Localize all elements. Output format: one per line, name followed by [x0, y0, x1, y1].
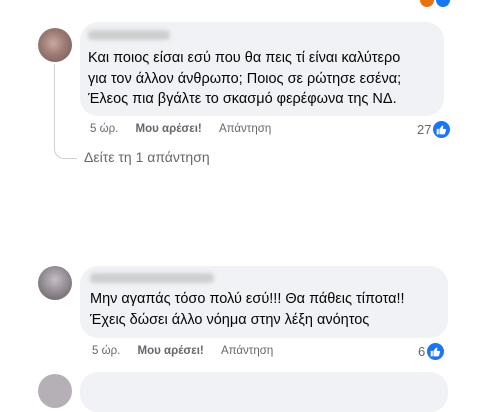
- next-comment-bubble: [80, 372, 448, 412]
- avatar[interactable]: [38, 266, 72, 300]
- comment-bubble: Μην αγαπάς τόσο πολύ εσύ!!! Θα πάθεις τί…: [80, 266, 448, 338]
- comment-bubble: Και ποιος είσαι εσύ που θα πεις τί είναι…: [80, 22, 444, 116]
- comment-line: Μην αγαπάς τόσο πολύ εσύ!!! Θα πάθεις τί…: [90, 291, 405, 307]
- comment-meta: 5 ώρ. Μου αρέσει! Απάντηση: [92, 345, 273, 357]
- like-button[interactable]: Μου αρέσει!: [138, 345, 204, 357]
- timestamp[interactable]: 5 ώρ.: [90, 123, 118, 135]
- comment-line: Έλεος πια βγάλτε το σκασμό φερέφωνα της …: [88, 91, 397, 107]
- avatar[interactable]: [38, 28, 72, 62]
- angry-reaction-icon: [420, 0, 434, 7]
- reply-button[interactable]: Απάντηση: [221, 345, 273, 357]
- comment-line: Και ποιος είσαι εσύ που θα πεις τί είναι…: [88, 50, 401, 66]
- thread-connector: [54, 64, 77, 159]
- comment-text: Μην αγαπάς τόσο πολύ εσύ!!! Θα πάθεις τί…: [90, 289, 446, 330]
- like-reaction-icon: [436, 0, 450, 7]
- like-button[interactable]: Μου αρέσει!: [136, 123, 202, 135]
- comment-line: Έχεις δώσει άλλο νόημα στην λέξη ανόητος: [90, 311, 370, 328]
- reaction-count: 6: [418, 344, 426, 359]
- comment-meta: 5 ώρ. Μου αρέσει! Απάντηση: [90, 123, 271, 135]
- like-icon: [433, 121, 451, 138]
- like-icon: [427, 343, 445, 360]
- reaction-count: 27: [417, 122, 432, 137]
- author-name-redacted[interactable]: [88, 30, 170, 40]
- timestamp[interactable]: 5 ώρ.: [92, 345, 120, 357]
- reply-button[interactable]: Απάντηση: [219, 123, 271, 135]
- reaction-summary[interactable]: 27: [417, 121, 451, 138]
- comment-line: για τον άλλον άνθρωπο; Ποιος σε ρώτησε ε…: [88, 70, 402, 87]
- avatar[interactable]: [38, 374, 72, 408]
- comment-text: Και ποιος είσαι εσύ που θα πεις τί είναι…: [88, 48, 444, 110]
- view-replies-link[interactable]: Δείτε τη 1 απάντηση: [84, 149, 210, 165]
- author-name-redacted[interactable]: [90, 273, 214, 283]
- reaction-summary[interactable]: 6: [418, 343, 445, 360]
